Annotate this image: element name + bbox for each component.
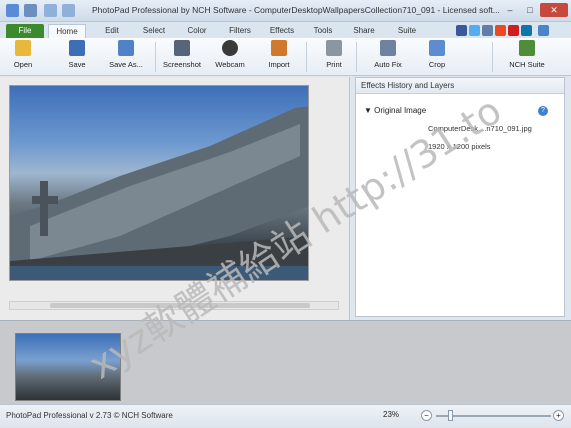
ribbon-tabs: File Home Edit Select Color Filters Effe… <box>0 22 571 38</box>
maximize-button[interactable]: □ <box>520 3 540 17</box>
printer-icon <box>326 40 342 56</box>
save-as-label: Save As... <box>109 60 143 69</box>
tab-color[interactable]: Color <box>180 24 214 38</box>
toolbar-separator <box>155 42 156 72</box>
save-label: Save <box>68 60 86 69</box>
print-label: Print <box>326 60 342 69</box>
close-button[interactable]: ✕ <box>540 3 568 17</box>
filmstrip <box>0 320 571 404</box>
share-icon[interactable] <box>482 25 493 36</box>
tab-home[interactable]: Home <box>48 24 86 38</box>
title-bar: PhotoPad Professional by NCH Software - … <box>0 0 571 22</box>
print-button[interactable]: Print <box>320 40 348 74</box>
tab-file[interactable]: File <box>6 24 44 38</box>
screenshot-icon <box>174 40 190 56</box>
youtube-icon[interactable] <box>508 25 519 36</box>
import-icon <box>271 40 287 56</box>
group-label: Original Image <box>374 106 427 115</box>
nch-suite-label: NCH Suite <box>509 60 545 69</box>
zoom-level: 23% <box>383 410 400 419</box>
crop-button[interactable]: Crop <box>424 40 450 74</box>
webcam-label: Webcam <box>215 60 245 69</box>
redo-icon[interactable] <box>62 4 75 17</box>
tab-filters[interactable]: Filters <box>222 24 258 38</box>
linkedin-icon[interactable] <box>521 25 532 36</box>
crop-label: Crop <box>428 60 446 69</box>
tab-edit[interactable]: Edit <box>96 24 128 38</box>
save-as-button[interactable]: Save As... <box>104 40 148 74</box>
import-button[interactable]: Import <box>262 40 296 74</box>
horizontal-scrollbar[interactable] <box>9 301 339 310</box>
folder-open-icon <box>15 40 31 56</box>
toolbar-separator <box>356 42 357 72</box>
save-as-icon <box>118 40 134 56</box>
webcam-icon <box>222 40 238 56</box>
quick-save-icon[interactable] <box>24 4 37 17</box>
panel-title: Effects History and Layers <box>356 78 564 94</box>
zoom-slider-knob[interactable] <box>448 410 453 421</box>
open-button[interactable]: Open <box>8 40 38 74</box>
screenshot-button[interactable]: Screenshot <box>160 40 204 74</box>
dimensions-value: 1920 x 1200 pixels <box>428 142 491 151</box>
tab-share[interactable]: Share <box>348 24 380 38</box>
screenshot-label: Screenshot <box>163 60 201 69</box>
image-thumbnail[interactable] <box>15 333 121 401</box>
floppy-disk-icon <box>69 40 85 56</box>
crop-icon <box>429 40 445 56</box>
webcam-button[interactable]: Webcam <box>212 40 248 74</box>
effects-history-panel: Effects History and Layers ▼ Original Im… <box>355 77 565 317</box>
tab-effects[interactable]: Effects <box>264 24 300 38</box>
photo-canvas[interactable] <box>9 85 309 281</box>
collapse-triangle-icon[interactable]: ▼ <box>364 106 372 115</box>
stumbleupon-icon[interactable] <box>495 25 506 36</box>
auto-fix-button[interactable]: Auto Fix <box>370 40 406 74</box>
zoom-slider-track[interactable] <box>436 415 551 417</box>
status-text: PhotoPad Professional v 2.73 © NCH Softw… <box>6 411 173 420</box>
help-menu-icon[interactable] <box>538 25 549 36</box>
import-label: Import <box>268 60 290 69</box>
auto-fix-label: Auto Fix <box>374 60 402 69</box>
tab-suite[interactable]: Suite <box>392 24 422 38</box>
status-bar: PhotoPad Professional v 2.73 © NCH Softw… <box>0 404 571 428</box>
aircraft-carrier-photo <box>10 106 308 280</box>
window-title: PhotoPad Professional by NCH Software - … <box>92 5 500 15</box>
image-canvas-area[interactable] <box>0 77 350 320</box>
original-image-group[interactable]: ▼ Original Image <box>364 106 426 115</box>
nch-suite-button[interactable]: NCH Suite <box>506 40 548 74</box>
zoom-in-button[interactable]: + <box>553 410 564 421</box>
scrollbar-thumb[interactable] <box>50 303 310 308</box>
toolbar-separator <box>306 42 307 72</box>
twitter-icon[interactable] <box>469 25 480 36</box>
facebook-icon[interactable] <box>456 25 467 36</box>
file-name-value: ComputerDesk....n710_091.jpg <box>428 124 532 133</box>
nch-suite-icon <box>519 40 535 56</box>
open-label: Open <box>13 60 33 69</box>
magic-wand-icon <box>380 40 396 56</box>
tab-select[interactable]: Select <box>136 24 172 38</box>
tab-tools[interactable]: Tools <box>308 24 338 38</box>
home-toolbar: Open Save Save As... Screenshot Webcam I… <box>0 38 571 76</box>
minimize-button[interactable]: – <box>500 3 520 17</box>
zoom-out-button[interactable]: − <box>421 410 432 421</box>
undo-icon[interactable] <box>44 4 57 17</box>
save-button[interactable]: Save <box>62 40 92 74</box>
toolbar-separator <box>492 42 493 72</box>
app-icon <box>6 4 19 17</box>
help-icon[interactable]: ? <box>538 106 548 116</box>
